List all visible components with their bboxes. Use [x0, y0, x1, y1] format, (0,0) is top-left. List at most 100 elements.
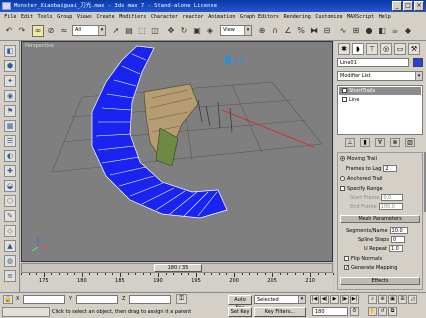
- reference-coordinate-dropdown[interactable]: View ▾: [220, 25, 252, 36]
- menu-edit[interactable]: Edit: [19, 12, 36, 22]
- zoom-icon[interactable]: ⌕: [368, 295, 377, 304]
- frames-to-lag-field[interactable]: 2: [383, 165, 398, 172]
- curve-editor-icon[interactable]: ∿: [337, 25, 349, 37]
- tool-8-icon[interactable]: ◐: [4, 150, 16, 162]
- zoom-extents-icon[interactable]: ▣: [388, 295, 397, 304]
- auto-key-button[interactable]: Auto Key: [228, 295, 252, 311]
- character-model[interactable]: [143, 83, 199, 167]
- moving-trail-option[interactable]: Moving Trail: [340, 155, 377, 164]
- perspective-viewport[interactable]: Perspective CG: [21, 41, 333, 262]
- redo-icon[interactable]: ↷: [16, 25, 28, 37]
- specify-range-checkbox[interactable]: Specify Range: [340, 185, 383, 194]
- time-slider-track[interactable]: 180 / 35: [21, 263, 333, 273]
- x-coordinate-field[interactable]: [23, 295, 65, 304]
- tool-9-icon[interactable]: ✚: [4, 165, 16, 177]
- tool-4-icon[interactable]: ◉: [4, 90, 16, 102]
- percent-snap-icon[interactable]: %: [295, 25, 307, 37]
- menu-maxscript[interactable]: MAXScript: [345, 12, 377, 22]
- configure-sets-icon[interactable]: ▥: [405, 138, 415, 147]
- end-frame-field[interactable]: 100.0: [378, 203, 403, 210]
- play-icon[interactable]: ▶: [330, 295, 339, 304]
- pan-icon[interactable]: ✋: [368, 307, 377, 316]
- angle-snap-icon[interactable]: ∠: [282, 25, 294, 37]
- menu-modifiers[interactable]: Modifiers: [117, 12, 149, 22]
- zoom-extents-all-icon[interactable]: ⊞: [398, 295, 407, 304]
- expand-toggle-icon[interactable]: [342, 97, 347, 102]
- tool-12-icon[interactable]: ✎: [4, 210, 16, 222]
- menu-create[interactable]: Create: [94, 12, 117, 22]
- mirror-icon[interactable]: ⧓: [308, 25, 320, 37]
- arc-rotate-icon[interactable]: ↺: [378, 307, 387, 316]
- menu-customize[interactable]: Customize: [313, 12, 345, 22]
- menu-tools[interactable]: Tools: [35, 12, 55, 22]
- zoom-all-icon[interactable]: ⊕: [378, 295, 387, 304]
- select-and-scale-icon[interactable]: ▣: [191, 25, 203, 37]
- current-frame-field[interactable]: 180: [312, 307, 348, 316]
- stack-item-line[interactable]: Line: [339, 96, 421, 104]
- align-icon[interactable]: ⊟: [321, 25, 333, 37]
- select-and-manipulate-icon[interactable]: ◈: [204, 25, 216, 37]
- object-name-field[interactable]: Line01: [337, 58, 409, 67]
- mesh-parameters-header[interactable]: Mesh Parameters: [340, 215, 420, 223]
- tool-3-icon[interactable]: ✦: [4, 75, 16, 87]
- tool-15-icon[interactable]: ◍: [4, 255, 16, 267]
- quick-render-icon[interactable]: ☕: [389, 25, 401, 37]
- selection-filter-dropdown[interactable]: All ▾: [72, 25, 106, 36]
- y-coordinate-field[interactable]: [76, 295, 118, 304]
- go-to-end-icon[interactable]: ▶|: [350, 295, 359, 304]
- create-tab-icon[interactable]: ✱: [338, 43, 350, 55]
- unlink-icon[interactable]: ⊘: [45, 25, 57, 37]
- spline-steps-field[interactable]: 0: [390, 236, 405, 243]
- display-tab-icon[interactable]: ▭: [394, 43, 406, 55]
- tool-5-icon[interactable]: ⚑: [4, 105, 16, 117]
- tool-2-icon[interactable]: ⬢: [4, 60, 16, 72]
- z-coordinate-field[interactable]: [129, 295, 171, 304]
- tool-14-icon[interactable]: ▲: [4, 240, 16, 252]
- snap-toggle-icon[interactable]: ∩: [269, 25, 281, 37]
- menu-reactor[interactable]: reactor: [180, 12, 206, 22]
- tool-13-icon[interactable]: ◇: [4, 225, 16, 237]
- menu-rendering[interactable]: Rendering: [281, 12, 313, 22]
- tool-1-icon[interactable]: ◧: [4, 45, 16, 57]
- key-filters-button[interactable]: Key Filters...: [254, 307, 306, 317]
- hierarchy-tab-icon[interactable]: ⊤: [366, 43, 378, 55]
- window-crossing-icon[interactable]: ◫: [149, 25, 161, 37]
- time-slider-thumb[interactable]: 180 / 35: [154, 264, 202, 272]
- go-to-start-icon[interactable]: |◀: [310, 295, 319, 304]
- render-scene-icon[interactable]: ◧: [376, 25, 388, 37]
- select-and-move-icon[interactable]: ✥: [165, 25, 177, 37]
- bind-spacewarp-icon[interactable]: ≈: [58, 25, 70, 37]
- timeline-ruler[interactable]: 175 180 185 190 195 200 205 210: [21, 273, 334, 291]
- previous-frame-icon[interactable]: ◀|: [320, 295, 329, 304]
- make-unique-icon[interactable]: ∀: [375, 138, 385, 147]
- select-by-name-icon[interactable]: ▤: [123, 25, 135, 37]
- menu-help[interactable]: Help: [376, 12, 393, 22]
- modifier-toggle-icon[interactable]: [342, 88, 347, 93]
- menu-views[interactable]: Views: [75, 12, 95, 22]
- menu-file[interactable]: File: [2, 12, 19, 22]
- material-editor-icon[interactable]: ●: [363, 25, 375, 37]
- minimize-button[interactable]: _: [392, 1, 402, 11]
- key-icon[interactable]: ⚿: [176, 294, 187, 304]
- effects-header[interactable]: Effects: [340, 277, 420, 285]
- pin-stack-icon[interactable]: ⊥: [345, 138, 355, 147]
- generate-mapping-checkbox[interactable]: ✓ Generate Mapping: [344, 264, 397, 273]
- key-mode-dropdown[interactable]: Selected ▾: [254, 295, 306, 304]
- tool-16-icon[interactable]: ≡: [4, 270, 16, 282]
- menu-animation[interactable]: Animation: [206, 12, 238, 22]
- pivot-center-icon[interactable]: ⊕: [256, 25, 268, 37]
- tool-11-icon[interactable]: ⬡: [4, 195, 16, 207]
- show-end-result-icon[interactable]: ▮: [360, 138, 370, 147]
- time-configuration-icon[interactable]: ⏱: [350, 307, 359, 316]
- maximize-viewport-icon[interactable]: ⧉: [388, 307, 397, 316]
- motion-tab-icon[interactable]: ◎: [380, 43, 392, 55]
- flip-normals-checkbox[interactable]: Flip Normals: [344, 255, 382, 264]
- set-key-button[interactable]: Set Key: [228, 307, 252, 317]
- utilities-tab-icon[interactable]: ⚒: [408, 43, 420, 55]
- next-frame-icon[interactable]: |▶: [340, 295, 349, 304]
- segments-field[interactable]: 10.0: [389, 227, 408, 234]
- tool-7-icon[interactable]: ☰: [4, 135, 16, 147]
- undo-icon[interactable]: ↶: [3, 25, 15, 37]
- maximize-button[interactable]: □: [403, 1, 413, 11]
- modify-tab-icon[interactable]: ◗: [352, 43, 364, 55]
